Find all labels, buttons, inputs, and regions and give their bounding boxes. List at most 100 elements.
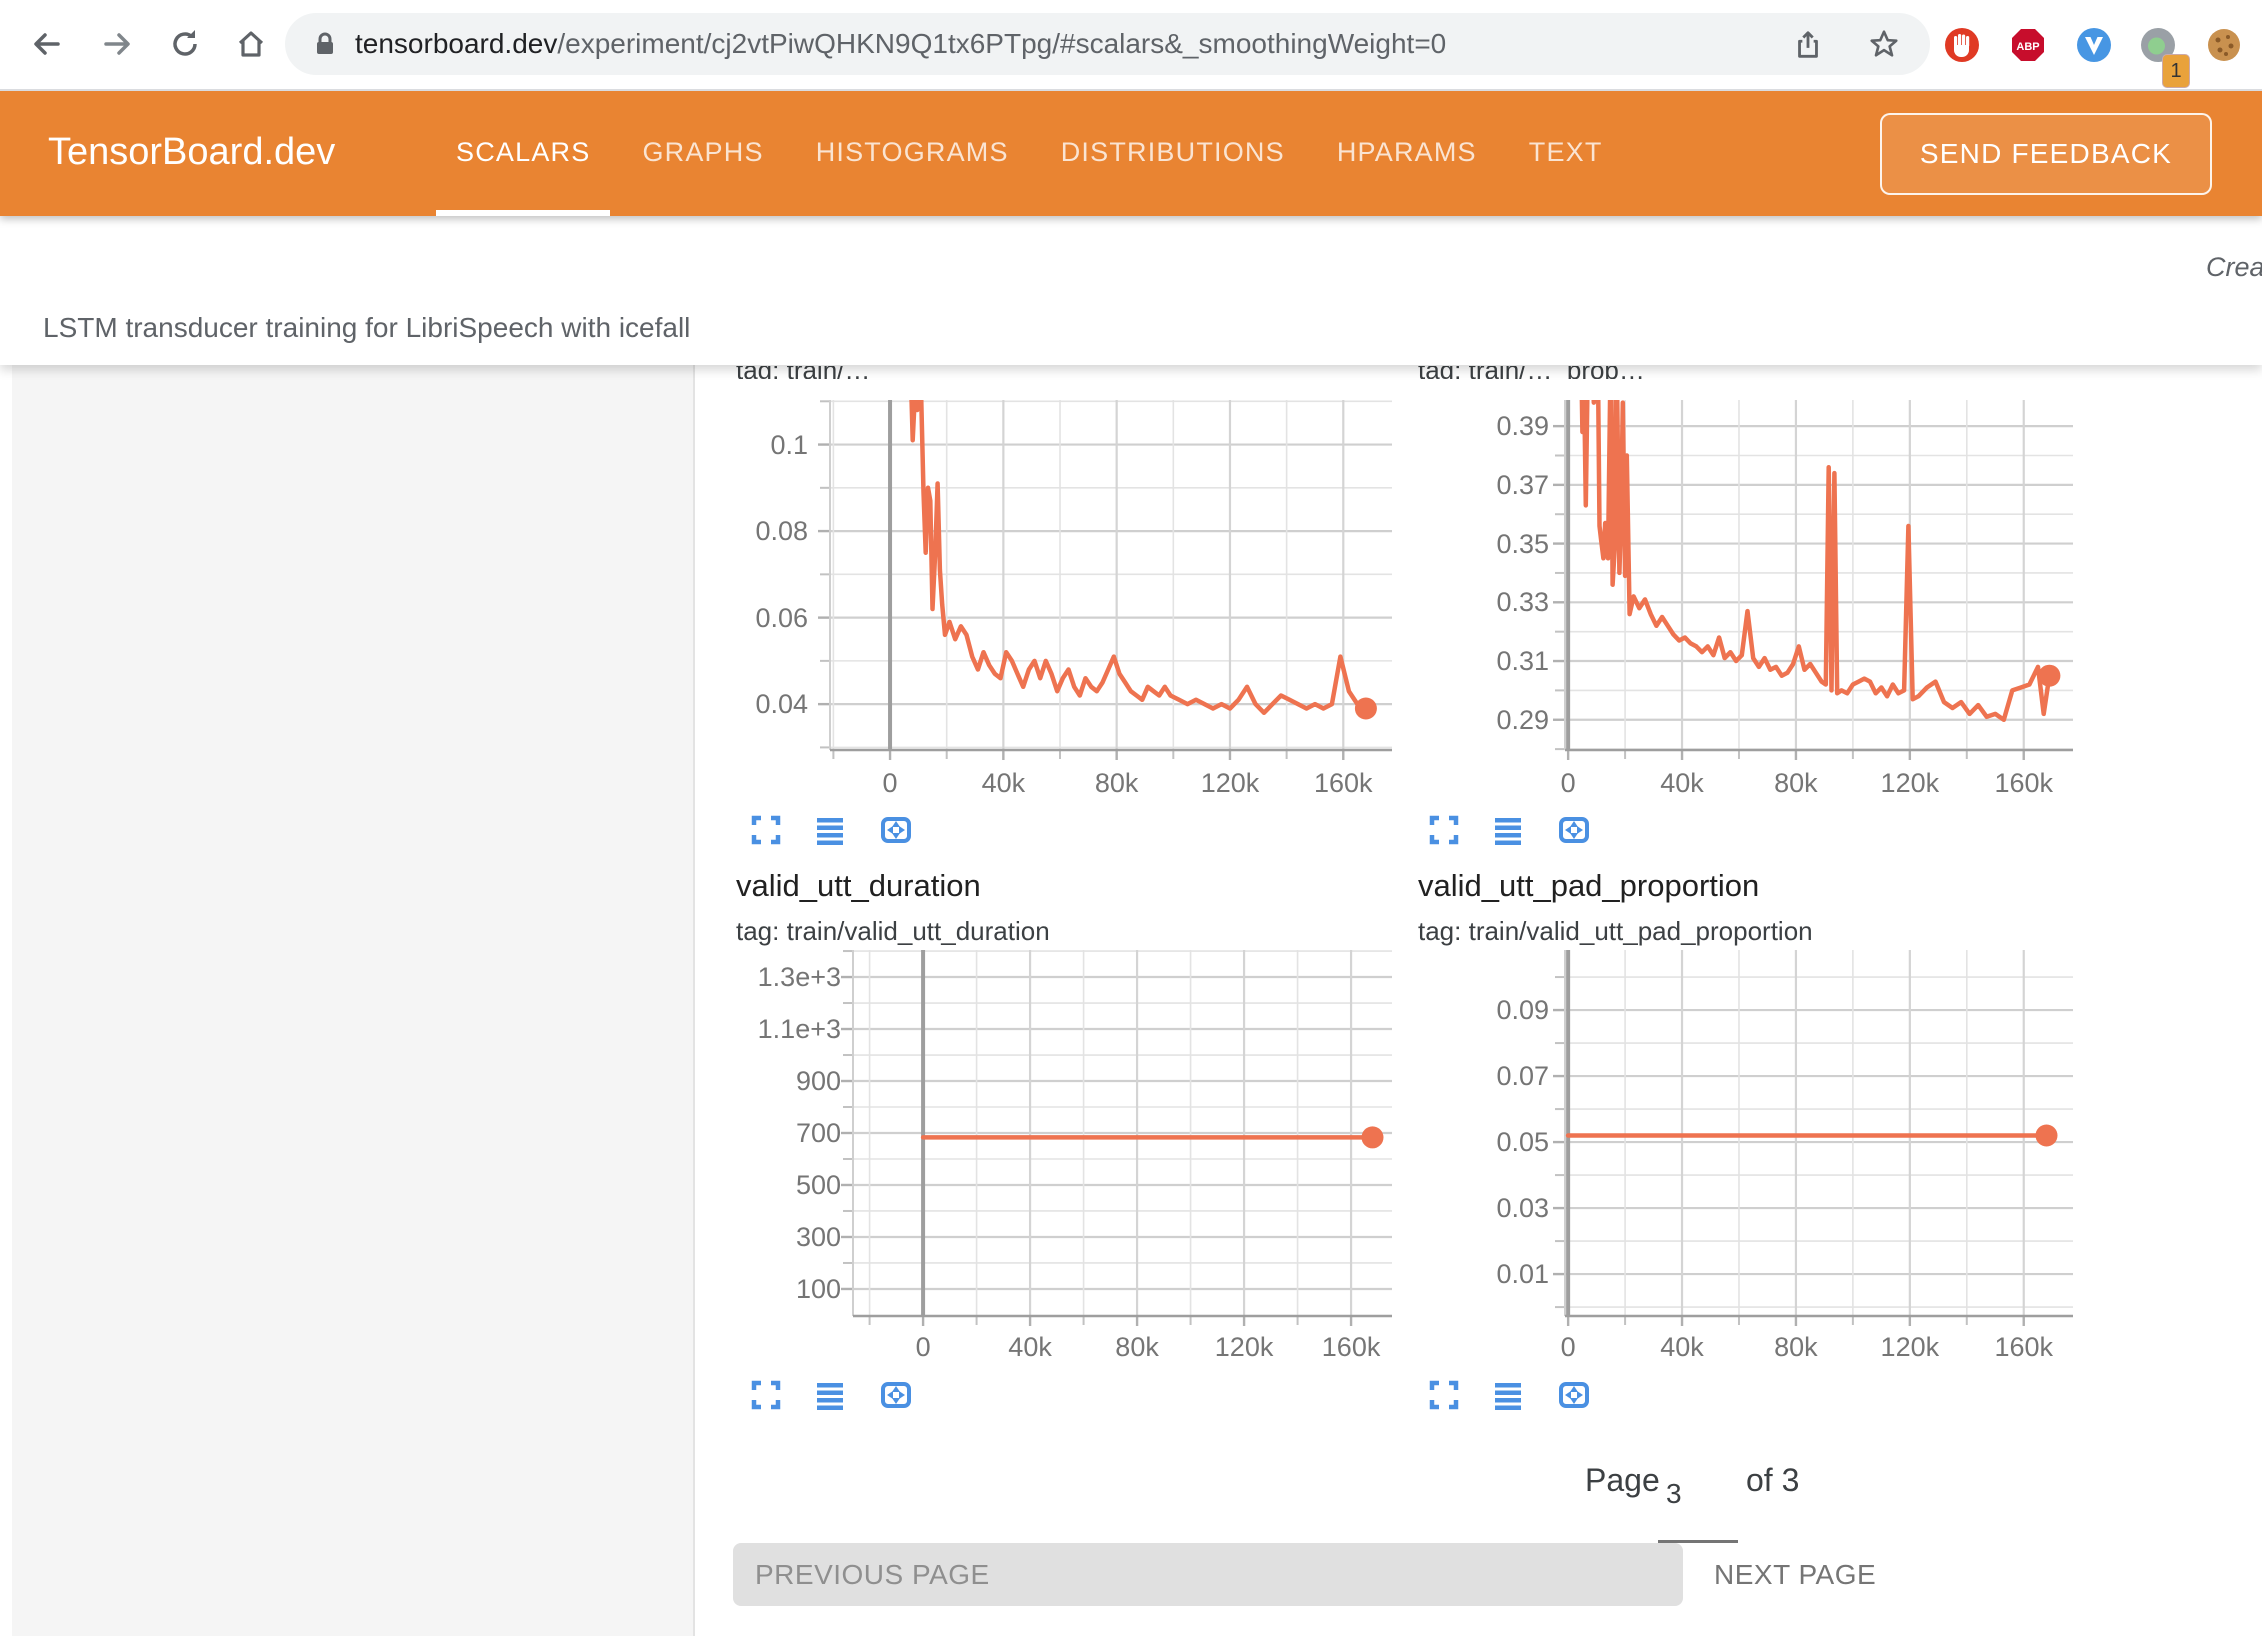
page-number-input[interactable]: 3 (1666, 1478, 1736, 1510)
x-tick-label: 40k (970, 1332, 1090, 1363)
tensorboard-logo[interactable]: TensorBoard.dev (48, 89, 335, 216)
x-tick-label: 80k (1736, 1332, 1856, 1363)
settings-sidebar (0, 365, 695, 1636)
send-feedback-button[interactable]: SEND FEEDBACK (1880, 113, 2212, 195)
y-tick-label: 1.1e+3 (701, 1014, 841, 1045)
fullscreen-icon[interactable] (749, 813, 783, 847)
fullscreen-icon[interactable] (1427, 1378, 1461, 1412)
y-tick-label: 0.05 (1409, 1127, 1549, 1158)
x-tick-label: 160k (1964, 768, 2084, 799)
svg-text:ABP: ABP (2016, 41, 2039, 53)
reload-icon[interactable] (168, 27, 202, 61)
chart-tag-valid-utt-pad-proportion: tag: train/valid_utt_pad_proportion (1418, 916, 1813, 947)
left-edge-strip (0, 365, 12, 1636)
tab-scalars[interactable]: SCALARS (430, 89, 616, 216)
share-icon[interactable] (1792, 29, 1824, 61)
created-text-fragment: Crea (2206, 252, 2262, 283)
y-tick-label: 0.37 (1409, 470, 1549, 501)
series-end-dot (1362, 1126, 1384, 1148)
tab-histograms[interactable]: HISTOGRAMS (790, 89, 1035, 216)
y-tick-label: 0.01 (1409, 1259, 1549, 1290)
x-tick-label: 120k (1850, 768, 1970, 799)
y-tick-label: 0.33 (1409, 587, 1549, 618)
x-tick-label: 160k (1291, 1332, 1411, 1363)
fit-domain-icon[interactable] (1557, 813, 1591, 847)
tab-text[interactable]: TEXT (1503, 89, 1629, 216)
y-tick-label: 300 (701, 1222, 841, 1253)
x-tick-label: 80k (1057, 768, 1177, 799)
forward-icon[interactable] (100, 27, 134, 61)
data-table-icon[interactable] (813, 1378, 847, 1412)
experiment-info-bar: LSTM transducer training for LibriSpeech… (0, 216, 2262, 365)
tab-graphs[interactable]: GRAPHS (616, 89, 789, 216)
x-tick-label: 0 (1508, 768, 1628, 799)
fullscreen-icon[interactable] (1427, 813, 1461, 847)
tensorboard-page: tensorboard.dev/experiment/cj2vtPiwQHKN9… (0, 0, 2262, 1636)
url-bar[interactable]: tensorboard.dev/experiment/cj2vtPiwQHKN9… (285, 13, 1930, 75)
url-text: tensorboard.dev/experiment/cj2vtPiwQHKN9… (355, 28, 1446, 60)
y-tick-label: 1.3e+3 (701, 962, 841, 993)
lock-icon (311, 30, 339, 58)
x-tick-label: 0 (830, 768, 950, 799)
clipped-chart-tag: tag: train/… (736, 366, 1166, 379)
y-tick-label: 900 (701, 1066, 841, 1097)
line-chart-train-metric-left-clipped[interactable] (814, 400, 1392, 766)
line-chart-valid_utt_pad_proportion[interactable] (1549, 950, 2073, 1332)
next-page-button[interactable]: NEXT PAGE (1714, 1543, 1876, 1606)
page-of-label: of 3 (1746, 1462, 1799, 1499)
series-end-dot (2038, 665, 2060, 687)
y-tick-label: 0.39 (1409, 411, 1549, 442)
previous-page-button[interactable]: PREVIOUS PAGE (733, 1543, 1683, 1606)
fit-domain-icon[interactable] (879, 813, 913, 847)
back-icon[interactable] (30, 27, 64, 61)
x-tick-label: 120k (1170, 768, 1290, 799)
x-tick-label: 120k (1184, 1332, 1304, 1363)
bookmark-star-icon[interactable] (1868, 28, 1900, 60)
clipped-chart-tag: tag: train/…_prop… (1418, 366, 1848, 379)
extension-count-badge: 1 (2162, 54, 2190, 88)
home-icon[interactable] (234, 27, 268, 61)
y-tick-label: 100 (701, 1274, 841, 1305)
app-header: TensorBoard.dev SCALARS GRAPHS HISTOGRAM… (0, 89, 2262, 216)
series-line (899, 400, 1366, 713)
chart-title-valid-utt-pad-proportion: valid_utt_pad_proportion (1418, 868, 1759, 904)
line-chart-valid_utt_duration[interactable] (837, 950, 1392, 1332)
y-tick-label: 700 (701, 1118, 841, 1149)
fullscreen-icon[interactable] (749, 1378, 783, 1412)
x-tick-label: 80k (1736, 768, 1856, 799)
y-tick-label: 500 (701, 1170, 841, 1201)
y-tick-label: 0.29 (1409, 705, 1549, 736)
tab-hparams[interactable]: HPARAMS (1311, 89, 1503, 216)
series-line (1577, 400, 2050, 720)
x-tick-label: 80k (1077, 1332, 1197, 1363)
tab-bar: SCALARS GRAPHS HISTOGRAMS DISTRIBUTIONS … (430, 89, 1629, 216)
x-tick-label: 40k (1622, 768, 1742, 799)
x-tick-label: 40k (1622, 1332, 1742, 1363)
x-tick-label: 0 (1508, 1332, 1628, 1363)
v-extension-icon[interactable] (2076, 27, 2112, 63)
line-chart-train-metric-right-clipped[interactable] (1549, 400, 2073, 766)
fit-domain-icon[interactable] (879, 1378, 913, 1412)
abp-extension-icon[interactable]: ABP (2010, 27, 2046, 63)
x-tick-label: 160k (1964, 1332, 2084, 1363)
page-label: Page (1585, 1462, 1660, 1499)
data-table-icon[interactable] (813, 813, 847, 847)
x-tick-label: 120k (1850, 1332, 1970, 1363)
tab-distributions[interactable]: DISTRIBUTIONS (1035, 89, 1311, 216)
chart-title-valid-utt-duration: valid_utt_duration (736, 868, 981, 904)
y-tick-label: 0.09 (1409, 995, 1549, 1026)
series-end-dot (2036, 1125, 2058, 1147)
data-table-icon[interactable] (1491, 1378, 1525, 1412)
data-table-icon[interactable] (1491, 813, 1525, 847)
y-tick-label: 0.07 (1409, 1061, 1549, 1092)
x-tick-label: 160k (1283, 768, 1403, 799)
y-tick-label: 0.35 (1409, 529, 1549, 560)
adblock-hand-extension-icon[interactable] (1944, 27, 1980, 63)
y-tick-label: 0.03 (1409, 1193, 1549, 1224)
experiment-title: LSTM transducer training for LibriSpeech… (43, 312, 690, 344)
fit-domain-icon[interactable] (1557, 1378, 1591, 1412)
cookie-extension-icon[interactable] (2206, 27, 2242, 63)
y-tick-label: 0.31 (1409, 646, 1549, 677)
x-tick-label: 0 (863, 1332, 983, 1363)
chart-tag-valid-utt-duration: tag: train/valid_utt_duration (736, 916, 1050, 947)
